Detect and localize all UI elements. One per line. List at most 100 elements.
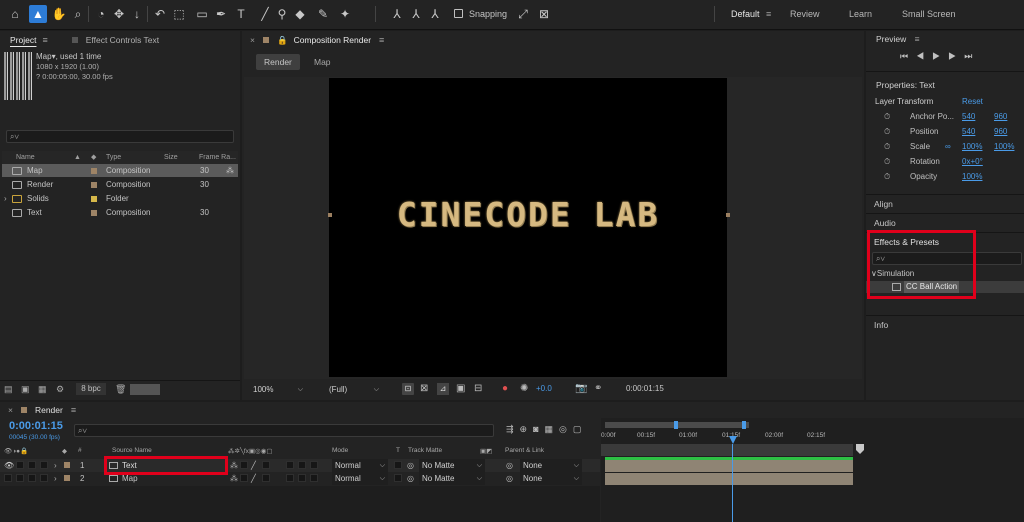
parent-dropdown[interactable]: None ⌵: [520, 472, 582, 485]
play-icon[interactable]: ▶: [932, 51, 948, 61]
viewer-area[interactable]: CINECODE LAB: [244, 77, 862, 379]
expand-layer-icon[interactable]: ›: [54, 472, 57, 485]
view-axis-icon[interactable]: ⅄: [426, 5, 444, 23]
quality-switch-icon[interactable]: ╱: [251, 459, 256, 472]
timeline-track-area[interactable]: 0:00f 00:15f 01:00f 01:15f 02:00f 02:15f: [601, 418, 1024, 522]
interpret-footage-icon[interactable]: ▤: [4, 384, 13, 395]
close-comp-icon[interactable]: ×: [250, 35, 255, 45]
expand-chevron-icon[interactable]: ›: [4, 192, 7, 205]
col-framerate[interactable]: Frame Ra...: [199, 151, 236, 164]
parent-pickwhip-icon[interactable]: ◎: [506, 472, 513, 485]
bpc-button[interactable]: 8 bpc: [76, 383, 106, 395]
trash-icon[interactable]: 🗑: [115, 384, 126, 395]
tab-project[interactable]: Project: [10, 35, 36, 45]
prev-frame-icon[interactable]: ◀: [916, 51, 932, 61]
workspace-menu-icon[interactable]: ≡: [766, 9, 771, 19]
stopwatch-icon[interactable]: ⏱: [884, 124, 890, 139]
work-area-end-handle[interactable]: [742, 421, 746, 429]
next-frame-icon[interactable]: ▶: [948, 51, 964, 61]
project-settings-icon[interactable]: ⚙: [56, 384, 64, 395]
clone-stamp-icon[interactable]: ⚲: [273, 5, 291, 23]
comp-end-marker-icon[interactable]: [856, 444, 864, 454]
property-value-1[interactable]: 100%: [962, 169, 982, 184]
stopwatch-icon[interactable]: ⏱: [884, 139, 890, 154]
switch-box[interactable]: [262, 474, 270, 482]
parent-dropdown[interactable]: None ⌵: [520, 459, 582, 472]
comp-canvas[interactable]: CINECODE LAB: [329, 78, 727, 377]
project-row[interactable]: Text Composition 30: [2, 206, 238, 219]
visibility-toggle[interactable]: [4, 474, 12, 482]
preview-menu-icon[interactable]: ≡: [915, 34, 920, 44]
last-frame-icon[interactable]: ⏭: [964, 51, 980, 61]
property-value-2[interactable]: 960: [994, 109, 1007, 124]
layer-bar-text[interactable]: [605, 460, 853, 472]
shy-switch-icon[interactable]: ⁂: [230, 459, 238, 472]
snap-options-icon[interactable]: ⊠: [535, 5, 553, 23]
graph-editor-icon[interactable]: ▢: [573, 424, 588, 434]
sort-asc-icon[interactable]: ▲: [74, 151, 81, 164]
zoom-tool-icon[interactable]: ⌕: [69, 5, 87, 23]
stopwatch-icon[interactable]: ⏱: [884, 109, 890, 124]
switch-box[interactable]: [262, 461, 270, 469]
property-value-1[interactable]: 540: [962, 109, 975, 124]
grid-guides-icon[interactable]: ⊟: [474, 383, 482, 394]
new-comp-icon[interactable]: ▦: [38, 384, 47, 395]
audio-toggle[interactable]: [16, 461, 24, 469]
eraser-tool-icon[interactable]: ◆: [291, 5, 309, 23]
switch-box[interactable]: [240, 474, 248, 482]
switch-box[interactable]: [298, 474, 306, 482]
col-name[interactable]: Name: [16, 151, 35, 164]
timeline-menu-icon[interactable]: ≡: [71, 405, 76, 415]
exposure-value[interactable]: +0.0: [536, 384, 552, 393]
zoom-dropdown[interactable]: 100% ⌵: [250, 383, 306, 396]
matte-pickwhip-icon[interactable]: ◎: [407, 472, 414, 485]
snapshot-camera-icon[interactable]: 📷: [575, 383, 587, 394]
timeline-layer-row[interactable]: › 2 Map ⁂ ╱ Normal ⌵ ◎ No Matte ⌵ ◎ None ⌵: [0, 472, 600, 485]
timeline-empty-area[interactable]: [0, 486, 600, 522]
shy-layers-icon[interactable]: ◙: [533, 424, 544, 434]
visibility-eye-icon[interactable]: 👁: [4, 459, 14, 472]
info-panel-header[interactable]: Info: [866, 315, 1024, 333]
project-row[interactable]: Render Composition 30: [2, 178, 238, 191]
viewer-timecode[interactable]: 0:00:01:15: [620, 382, 670, 396]
local-axis-icon[interactable]: ⅄: [388, 5, 406, 23]
tab-timeline-render[interactable]: Render: [35, 405, 63, 415]
constrain-link-icon[interactable]: ∞: [945, 139, 951, 154]
project-menu-icon[interactable]: ≡: [42, 35, 47, 45]
pan-camera-icon[interactable]: ✥: [110, 5, 128, 23]
comp-mini-flowchart-icon[interactable]: ⇶: [506, 424, 520, 434]
parent-pickwhip-icon[interactable]: ◎: [506, 459, 513, 472]
work-area-start-handle[interactable]: [674, 421, 678, 429]
hand-tool-icon[interactable]: ✋: [50, 5, 68, 23]
mode-dropdown[interactable]: Normal ⌵: [332, 472, 388, 485]
reset-button[interactable]: Reset: [962, 97, 983, 106]
project-row[interactable]: Map Composition 30 ⁂: [2, 164, 238, 177]
rectangle-tool-icon[interactable]: ▭: [193, 5, 211, 23]
brush-tool-icon[interactable]: ╱: [256, 5, 274, 23]
bounding-handle-right[interactable]: [726, 213, 730, 217]
first-frame-icon[interactable]: ⏮: [900, 51, 916, 61]
lock-toggle[interactable]: [40, 474, 48, 482]
world-axis-icon[interactable]: ⅄: [407, 5, 425, 23]
color-channels-icon[interactable]: ●: [502, 383, 508, 394]
home-icon[interactable]: ⌂: [6, 5, 24, 23]
preserve-transparency-toggle[interactable]: [394, 474, 402, 482]
audio-panel-header[interactable]: Audio: [866, 213, 1024, 231]
frame-blending-icon[interactable]: ▦: [545, 424, 560, 434]
mode-dropdown[interactable]: Normal ⌵: [332, 459, 388, 472]
quality-switch-icon[interactable]: ╱: [251, 472, 256, 485]
map-comp-button[interactable]: Map: [306, 54, 339, 70]
preserve-transparency-toggle[interactable]: [394, 461, 402, 469]
show-snapshot-icon[interactable]: ⚭: [594, 383, 602, 394]
tab-composition-render[interactable]: Composition Render: [294, 35, 371, 45]
timeline-timecode[interactable]: 0:00:01:15: [9, 420, 63, 432]
shy-switch-icon[interactable]: ⁂: [230, 472, 238, 485]
track-matte-dropdown[interactable]: No Matte ⌵: [419, 472, 485, 485]
col-type[interactable]: Type: [106, 151, 121, 164]
audio-toggle[interactable]: [16, 474, 24, 482]
timeline-search-input[interactable]: ⌕∨: [74, 424, 494, 437]
new-folder-icon[interactable]: ▣: [21, 384, 30, 395]
stopwatch-icon[interactable]: ⏱: [884, 154, 890, 169]
workspace-small-screen[interactable]: Small Screen: [902, 9, 956, 19]
switch-box[interactable]: [286, 461, 294, 469]
